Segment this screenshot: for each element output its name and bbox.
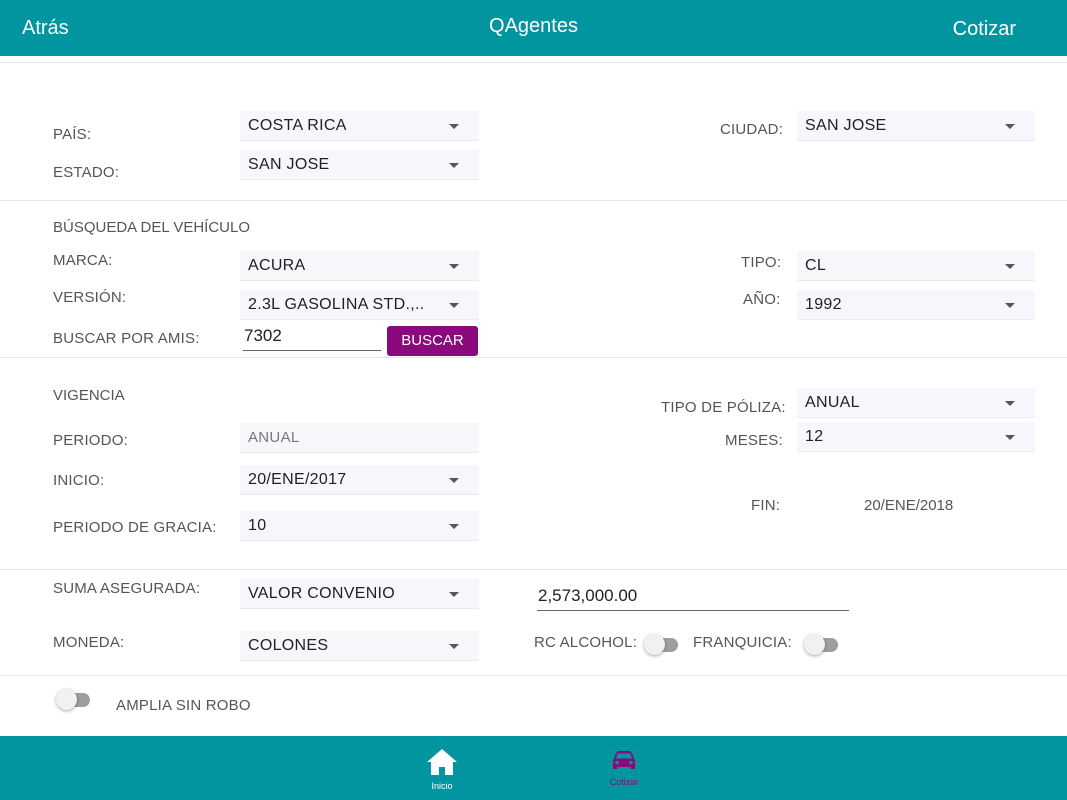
state-label: ESTADO: (53, 164, 120, 181)
version-label: VERSIÓN: (53, 289, 127, 306)
amis-value: 7302 (244, 326, 282, 345)
chevron-down-icon (449, 163, 459, 168)
chevron-down-icon (449, 592, 459, 597)
grace-period-select[interactable]: 10 (240, 511, 479, 541)
sum-type-select[interactable]: VALOR CONVENIO (240, 579, 479, 609)
section-divider (0, 357, 1067, 358)
type-select[interactable]: CL (797, 251, 1035, 281)
state-value: SAN JOSE (248, 156, 330, 173)
grace-period-value: 10 (248, 517, 267, 534)
start-date-select[interactable]: 20/ENE/2017 (240, 465, 479, 495)
car-icon (611, 751, 637, 776)
sum-type-value: VALOR CONVENIO (248, 585, 396, 602)
version-value: 2.3L GASOLINA STD.,.. (248, 296, 425, 313)
brand-value: ACURA (248, 257, 306, 274)
section-divider (0, 200, 1067, 201)
app-title: QAgentes (489, 15, 578, 37)
nav-item-inicio[interactable]: Inicio (412, 748, 472, 791)
amis-input[interactable]: 7302 (243, 322, 381, 351)
validity-section-title: VIGENCIA (53, 387, 125, 404)
end-label: FIN: (751, 497, 781, 514)
currency-select[interactable]: COLONES (240, 631, 479, 661)
brand-label: MARCA: (53, 252, 113, 269)
period-field: ANUAL (240, 423, 479, 453)
city-select[interactable]: SAN JOSE (797, 111, 1035, 141)
section-divider (0, 569, 1067, 570)
sum-amount-value: 2,573,000.00 (538, 586, 638, 605)
nav-label-cotizar: Cotizar (609, 777, 639, 787)
nav-label-inicio: Inicio (431, 781, 453, 791)
deductible-label: FRANQUICIA: (693, 634, 792, 651)
city-label: CIUDAD: (720, 121, 784, 138)
section-divider (0, 675, 1067, 676)
chevron-down-icon (1005, 124, 1015, 129)
year-label: AÑO: (743, 291, 781, 308)
country-label: PAÍS: (53, 126, 92, 143)
period-label: PERIODO: (53, 432, 128, 449)
chevron-down-icon (449, 644, 459, 649)
nav-item-cotizar[interactable]: Cotizar (594, 750, 654, 787)
country-select[interactable]: COSTA RICA (240, 111, 479, 141)
chevron-down-icon (449, 303, 459, 308)
chevron-down-icon (1005, 303, 1015, 308)
city-value: SAN JOSE (805, 117, 887, 134)
chevron-down-icon (449, 124, 459, 129)
vehicle-section-title: BÚSQUEDA DEL VEHÍCULO (53, 219, 250, 236)
type-value: CL (805, 257, 827, 274)
chevron-down-icon (449, 524, 459, 529)
months-select[interactable]: 12 (797, 422, 1035, 452)
country-value: COSTA RICA (248, 117, 347, 134)
quote-button[interactable]: Cotizar (953, 18, 1016, 41)
currency-label: MONEDA: (53, 634, 125, 651)
rc-alcohol-toggle[interactable] (644, 634, 678, 656)
start-date-value: 20/ENE/2017 (248, 471, 347, 488)
policy-type-select[interactable]: ANUAL (797, 388, 1035, 418)
grace-period-label: PERIODO DE GRACIA: (53, 519, 217, 536)
state-select[interactable]: SAN JOSE (240, 150, 479, 180)
months-label: MESES: (725, 432, 783, 449)
search-button[interactable]: BUSCAR (387, 326, 478, 356)
period-value: ANUAL (248, 429, 300, 446)
months-value: 12 (805, 428, 824, 445)
start-label: INICIO: (53, 472, 105, 489)
chevron-down-icon (1005, 435, 1015, 440)
amplia-sin-robo-label: AMPLIA SIN ROBO (116, 697, 251, 714)
end-date-value: 20/ENE/2018 (864, 497, 954, 514)
version-select[interactable]: 2.3L GASOLINA STD.,.. (240, 290, 479, 320)
rc-alcohol-label: RC ALCOHOL: (534, 634, 638, 651)
deductible-toggle[interactable] (804, 634, 838, 656)
bottom-navigation: Inicio Cotizar (0, 736, 1067, 800)
amplia-sin-robo-toggle[interactable] (56, 689, 90, 711)
policy-type-value: ANUAL (805, 394, 860, 411)
chevron-down-icon (449, 264, 459, 269)
top-app-bar: Atrás QAgentes Cotizar (0, 0, 1067, 56)
chevron-down-icon (449, 478, 459, 483)
type-label: TIPO: (741, 254, 782, 271)
sum-insured-label: SUMA ASEGURADA: (53, 580, 201, 597)
home-icon (426, 749, 458, 780)
chevron-down-icon (1005, 401, 1015, 406)
year-select[interactable]: 1992 (797, 290, 1035, 320)
year-value: 1992 (805, 296, 842, 313)
currency-value: COLONES (248, 637, 329, 654)
amis-label: BUSCAR POR AMIS: (53, 330, 200, 347)
policy-type-label: TIPO DE PÓLIZA: (661, 399, 786, 416)
brand-select[interactable]: ACURA (240, 251, 479, 281)
header-divider (0, 62, 1067, 63)
chevron-down-icon (1005, 264, 1015, 269)
sum-amount-input[interactable]: 2,573,000.00 (537, 581, 849, 611)
